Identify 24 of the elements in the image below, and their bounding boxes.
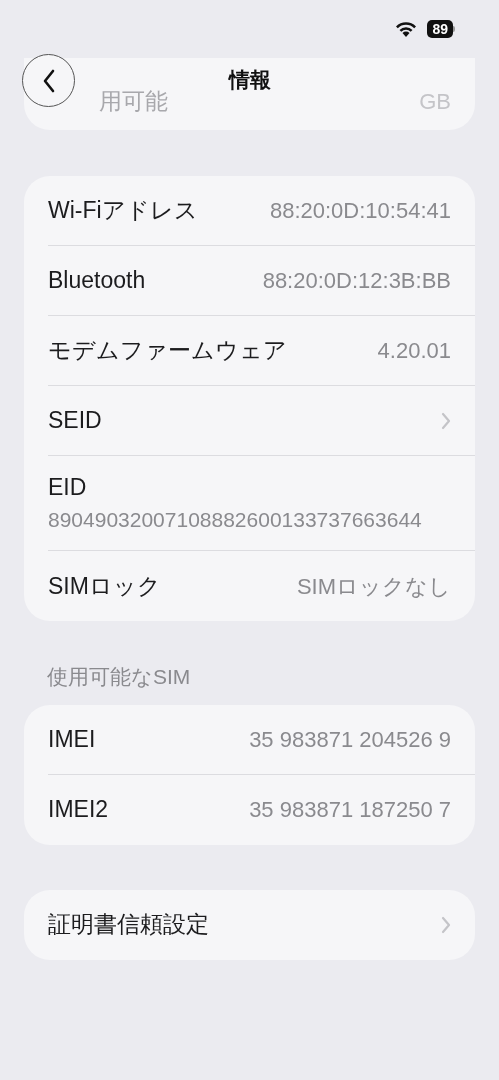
- row-value: 4.20.01: [377, 337, 451, 365]
- row-label: SIMロック: [48, 571, 161, 601]
- section-header: 使用可能なSIM: [47, 664, 192, 690]
- row-label: IMEI: [48, 724, 96, 754]
- back-icon: [41, 68, 56, 93]
- wifi-icon: [395, 21, 418, 37]
- row-label: モデムファームウェア: [48, 336, 287, 366]
- row-label: Wi-Fiアドレス: [48, 196, 198, 226]
- row-label: EID: [48, 473, 88, 502]
- row-value: 88:20:0D:12:3B:BB: [262, 267, 451, 295]
- chevron-icon: [441, 915, 451, 934]
- row-value: 35 983871 204526 9: [249, 725, 451, 754]
- row-value: 35 983871 187250 7: [249, 796, 451, 824]
- row-label: 証明書信頼設定: [48, 910, 209, 940]
- row-label: Bluetooth: [48, 266, 146, 296]
- chevron-icon: [441, 411, 451, 430]
- row-value: 89049032007108882600133737663644: [48, 507, 423, 533]
- row-value: 88:20:0D:10:54:41: [269, 197, 451, 225]
- row-label: 用可能: [99, 86, 168, 116]
- row-label: IMEI2: [48, 795, 109, 825]
- battery-icon: 89: [427, 20, 453, 38]
- window-title: 情報: [228, 67, 271, 93]
- row-label: SEID: [48, 406, 102, 436]
- row-value: SIMロックなし: [296, 572, 451, 601]
